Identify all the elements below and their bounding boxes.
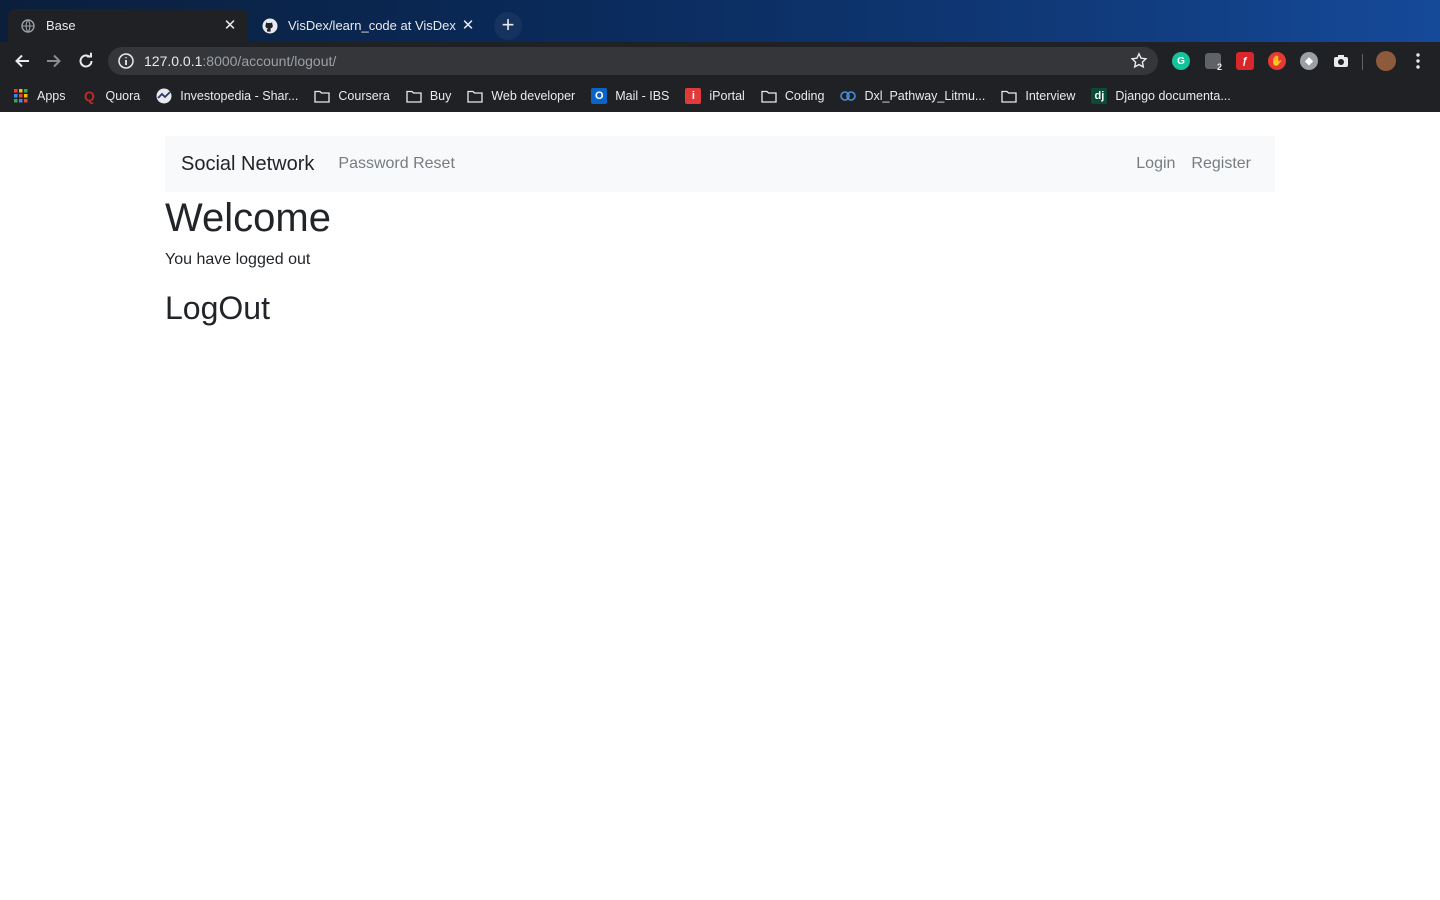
bookmark-item[interactable]: i iPortal <box>685 88 745 104</box>
url-path: :8000/account/logout/ <box>202 53 337 69</box>
compass-icon[interactable]: ◆ <box>1300 52 1318 70</box>
close-tab-icon[interactable]: ✕ <box>460 17 476 34</box>
bookmark-label: Apps <box>37 89 66 103</box>
reload-button[interactable] <box>75 50 97 72</box>
bookmark-item[interactable]: Buy <box>406 88 452 104</box>
bookmark-label: Quora <box>105 89 141 103</box>
info-icon[interactable] <box>118 53 134 69</box>
folder-icon <box>314 88 331 104</box>
bookmark-label: Web developer <box>491 89 576 103</box>
bookmark-item[interactable]: Q Quora <box>82 88 141 104</box>
new-tab-button[interactable]: + <box>494 12 522 40</box>
grammarly-icon[interactable]: G <box>1172 52 1190 70</box>
pathway-icon <box>840 88 857 104</box>
back-button[interactable] <box>11 50 33 72</box>
bookmark-item[interactable]: dj Django documenta... <box>1091 88 1231 104</box>
bookmark-label: Investopedia - Shar... <box>180 89 299 103</box>
bookmark-label: Coding <box>784 89 825 103</box>
forward-arrow-icon <box>47 54 61 68</box>
forward-button[interactable] <box>43 50 65 72</box>
bookmark-item[interactable]: Coding <box>761 88 825 104</box>
bookmark-star-icon[interactable] <box>1130 52 1148 70</box>
profile-avatar[interactable] <box>1376 51 1396 71</box>
bookmark-label: iPortal <box>709 89 745 103</box>
apps-grid-icon <box>13 88 29 104</box>
bookmark-label: Interview <box>1025 89 1076 103</box>
bookmark-label: Dxl_Pathway_Litmu... <box>864 89 986 103</box>
tab-base[interactable]: Base ✕ <box>8 9 248 42</box>
extension-badge-icon[interactable]: 2 <box>1205 53 1223 72</box>
extension-badge-count: 2 <box>1217 62 1223 72</box>
bookmark-item[interactable]: Investopedia - Shar... <box>156 88 298 104</box>
section-heading: LogOut <box>165 290 270 326</box>
flash-icon[interactable]: ƒ <box>1236 52 1254 70</box>
address-bar[interactable]: 127.0.0.1:8000/account/logout/ <box>108 47 1158 75</box>
bookmark-item[interactable]: Web developer <box>467 88 575 104</box>
reload-icon <box>79 52 93 68</box>
logout-message: You have logged out <box>165 251 311 268</box>
browser-toolbar: 127.0.0.1:8000/account/logout/ G 2 ƒ ✋ ◆ <box>0 42 1440 80</box>
page-content: Social Network Password Reset Login Regi… <box>0 112 1440 900</box>
camera-icon[interactable] <box>1332 52 1350 70</box>
toolbar-separator <box>1362 54 1363 70</box>
nav-password-reset[interactable]: Password Reset <box>338 155 455 173</box>
url-text: 127.0.0.1:8000/account/logout/ <box>144 53 1130 69</box>
close-tab-icon[interactable]: ✕ <box>222 17 238 34</box>
nav-register[interactable]: Register <box>1191 155 1251 173</box>
tab-title: Base <box>46 18 76 33</box>
bookmark-item[interactable]: Apps <box>13 88 66 104</box>
bookmark-label: Buy <box>429 89 452 103</box>
url-host: 127.0.0.1 <box>144 53 203 69</box>
bookmark-label: Coursera <box>338 89 390 103</box>
bookmark-item[interactable]: O Mail - IBS <box>591 88 669 104</box>
django-icon: dj <box>1091 88 1108 104</box>
folder-icon <box>761 88 777 104</box>
tab-title: VisDex/learn_code at VisDex <box>288 18 456 33</box>
bookmark-label: Django documenta... <box>1115 89 1231 103</box>
investopedia-icon <box>156 88 172 104</box>
back-arrow-icon <box>15 54 29 68</box>
bookmarks-bar: Apps Q Quora Investopedia - Shar... Coursera… <box>0 80 1440 112</box>
navbar-brand[interactable]: Social Network <box>181 153 314 176</box>
globe-icon <box>20 18 36 34</box>
quora-icon: Q <box>84 88 95 104</box>
menu-kebab-icon[interactable] <box>1409 52 1427 70</box>
block-hand-icon[interactable]: ✋ <box>1268 52 1286 70</box>
folder-icon <box>467 88 484 104</box>
github-icon <box>262 18 278 34</box>
folder-icon <box>1001 88 1018 104</box>
bookmark-label: Mail - IBS <box>615 89 670 103</box>
page-title: Welcome <box>165 196 331 240</box>
navbar-right: Login Register <box>1136 155 1259 173</box>
tab-strip: Base ✕ VisDex/learn_code at VisDex ✕ + <box>0 0 1440 42</box>
nav-login[interactable]: Login <box>1136 155 1175 173</box>
bookmark-item[interactable]: Coursera <box>314 88 390 104</box>
folder-icon <box>406 88 422 104</box>
outlook-icon: O <box>591 88 608 104</box>
tab-github[interactable]: VisDex/learn_code at VisDex ✕ <box>250 9 486 42</box>
site-navbar: Social Network Password Reset Login Regi… <box>165 136 1275 192</box>
bookmark-item[interactable]: Interview <box>1001 88 1075 104</box>
iportal-icon: i <box>685 88 702 104</box>
bookmark-item[interactable]: Dxl_Pathway_Litmu... <box>840 88 985 104</box>
